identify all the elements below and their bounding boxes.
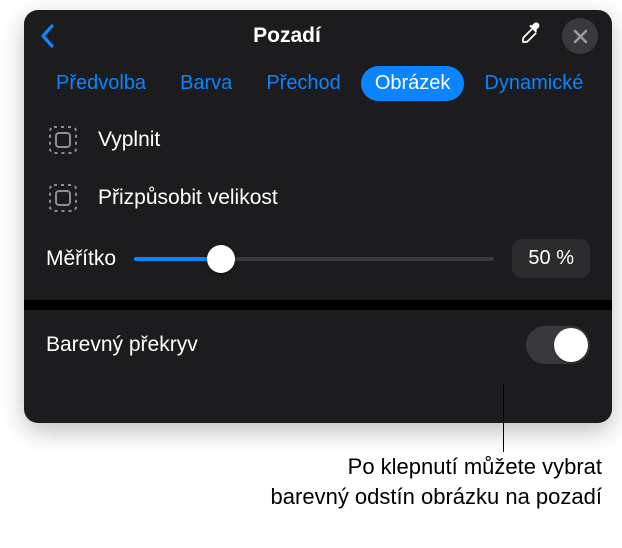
option-fill[interactable]: Vyplnit [42,111,594,169]
tab-preset[interactable]: Předvolba [42,66,160,101]
scale-value[interactable]: 50 % [512,239,590,278]
callout-line-2: barevný odstín obrázku na pozadí [98,482,602,512]
panel-header: Pozadí [24,10,612,60]
scale-row: Měřítko 50 % [42,227,594,296]
toggle-thumb [554,328,588,362]
tab-color[interactable]: Barva [166,66,246,101]
callout-text: Po klepnutí můžete vybrat barevný odstín… [98,452,602,511]
option-fit[interactable]: Přizpůsobit velikost [42,169,594,227]
panel-title: Pozadí [56,24,518,48]
slider-thumb[interactable] [207,245,235,273]
background-panel: Pozadí Předvolba Barva Přechod Obrázek D… [24,10,612,423]
close-button[interactable] [562,18,598,54]
tab-image[interactable]: Obrázek [361,66,465,101]
color-overlay-label: Barevný překryv [46,333,198,357]
color-overlay-row: Barevný překryv [24,310,612,380]
fit-icon [46,181,80,215]
eyedropper-icon[interactable] [518,21,544,52]
image-options: Vyplnit Přizpůsobit velikost Měřítko 50 … [24,111,612,296]
tab-gradient[interactable]: Přechod [252,66,355,101]
fill-icon [46,123,80,157]
back-button[interactable] [38,23,56,49]
callout-line-1: Po klepnutí můžete vybrat [98,452,602,482]
option-fill-label: Vyplnit [98,128,160,152]
color-overlay-toggle[interactable] [526,326,590,364]
section-divider [24,300,612,310]
option-fit-label: Přizpůsobit velikost [98,186,278,210]
fill-type-tabs: Předvolba Barva Přechod Obrázek Dynamick… [24,60,612,111]
scale-slider[interactable] [134,245,494,273]
scale-label: Měřítko [46,247,116,271]
callout-leader-line [503,384,504,452]
tab-dynamic[interactable]: Dynamické [470,66,597,101]
